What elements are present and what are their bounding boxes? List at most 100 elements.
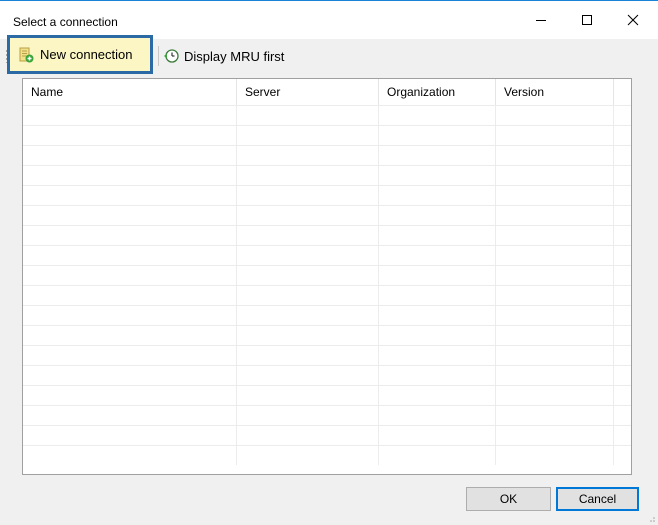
empty-cell [23, 146, 237, 165]
empty-table-row [23, 165, 631, 185]
maximize-button[interactable] [564, 1, 610, 39]
empty-cell [379, 166, 496, 185]
empty-table-row [23, 425, 631, 445]
empty-cell [23, 226, 237, 245]
empty-cell [23, 126, 237, 145]
empty-cell [379, 406, 496, 425]
empty-cell [496, 226, 614, 245]
empty-cell [379, 286, 496, 305]
column-header-name[interactable]: Name [23, 79, 237, 105]
minimize-icon [536, 20, 546, 21]
empty-table-row [23, 305, 631, 325]
empty-cell [496, 406, 614, 425]
empty-cell [614, 306, 631, 325]
empty-cell [379, 206, 496, 225]
history-clock-icon [164, 49, 179, 63]
maximize-icon [582, 15, 592, 25]
empty-cell [614, 166, 631, 185]
minimize-button[interactable] [518, 1, 564, 39]
empty-cell [614, 366, 631, 385]
empty-cell [496, 386, 614, 405]
empty-cell [23, 106, 237, 125]
select-connection-dialog: Select a connection New connection Displ… [0, 0, 658, 525]
empty-cell [496, 446, 614, 465]
empty-cell [237, 266, 379, 285]
empty-table-row [23, 285, 631, 305]
empty-cell [496, 266, 614, 285]
empty-cell [23, 306, 237, 325]
empty-cell [496, 246, 614, 265]
empty-cell [237, 106, 379, 125]
close-button[interactable] [610, 1, 656, 39]
empty-table-row [23, 385, 631, 405]
ok-button[interactable]: OK [466, 487, 551, 511]
empty-cell [379, 446, 496, 465]
empty-cell [237, 306, 379, 325]
empty-table-row [23, 245, 631, 265]
empty-table-row [23, 365, 631, 385]
empty-cell [23, 166, 237, 185]
empty-cell [237, 446, 379, 465]
empty-cell [23, 326, 237, 345]
empty-cell [23, 446, 237, 465]
empty-cell [23, 386, 237, 405]
column-header-filler [614, 79, 631, 105]
empty-cell [379, 266, 496, 285]
empty-cell [614, 186, 631, 205]
empty-cell [237, 206, 379, 225]
empty-cell [237, 246, 379, 265]
empty-cell [379, 426, 496, 445]
empty-cell [614, 246, 631, 265]
empty-table-row [23, 405, 631, 425]
empty-cell [496, 106, 614, 125]
empty-cell [237, 326, 379, 345]
empty-cell [379, 146, 496, 165]
window-title: Select a connection [13, 15, 118, 29]
empty-cell [614, 286, 631, 305]
empty-cell [23, 206, 237, 225]
empty-cell [379, 226, 496, 245]
empty-table-row [23, 265, 631, 285]
empty-cell [614, 426, 631, 445]
empty-table-row [23, 325, 631, 345]
empty-cell [23, 406, 237, 425]
connections-table[interactable]: Name Server Organization Version [22, 78, 632, 475]
database-add-icon [19, 47, 34, 62]
toolbar-separator [158, 46, 159, 66]
empty-cell [379, 386, 496, 405]
empty-cell [614, 386, 631, 405]
empty-cell [237, 126, 379, 145]
empty-cell [496, 306, 614, 325]
column-header-version[interactable]: Version [496, 79, 614, 105]
title-bar: Select a connection [0, 1, 658, 39]
empty-cell [379, 366, 496, 385]
empty-cell [496, 206, 614, 225]
column-header-organization[interactable]: Organization [379, 79, 496, 105]
table-body [23, 105, 631, 465]
cancel-button[interactable]: Cancel [556, 487, 639, 511]
empty-cell [23, 246, 237, 265]
empty-cell [496, 146, 614, 165]
empty-cell [496, 366, 614, 385]
empty-table-row [23, 125, 631, 145]
empty-cell [237, 406, 379, 425]
empty-cell [496, 286, 614, 305]
empty-cell [237, 286, 379, 305]
display-mru-first-button[interactable]: Display MRU first [163, 45, 284, 67]
empty-cell [237, 426, 379, 445]
column-header-server[interactable]: Server [237, 79, 379, 105]
close-icon [627, 14, 639, 26]
empty-cell [23, 186, 237, 205]
empty-cell [23, 286, 237, 305]
empty-cell [614, 266, 631, 285]
empty-cell [614, 326, 631, 345]
empty-cell [23, 346, 237, 365]
empty-cell [614, 346, 631, 365]
empty-cell [496, 186, 614, 205]
resize-grip-icon[interactable] [646, 513, 656, 523]
new-connection-button[interactable]: New connection [7, 35, 153, 74]
empty-cell [379, 106, 496, 125]
empty-cell [614, 106, 631, 125]
empty-cell [237, 226, 379, 245]
empty-cell [237, 146, 379, 165]
